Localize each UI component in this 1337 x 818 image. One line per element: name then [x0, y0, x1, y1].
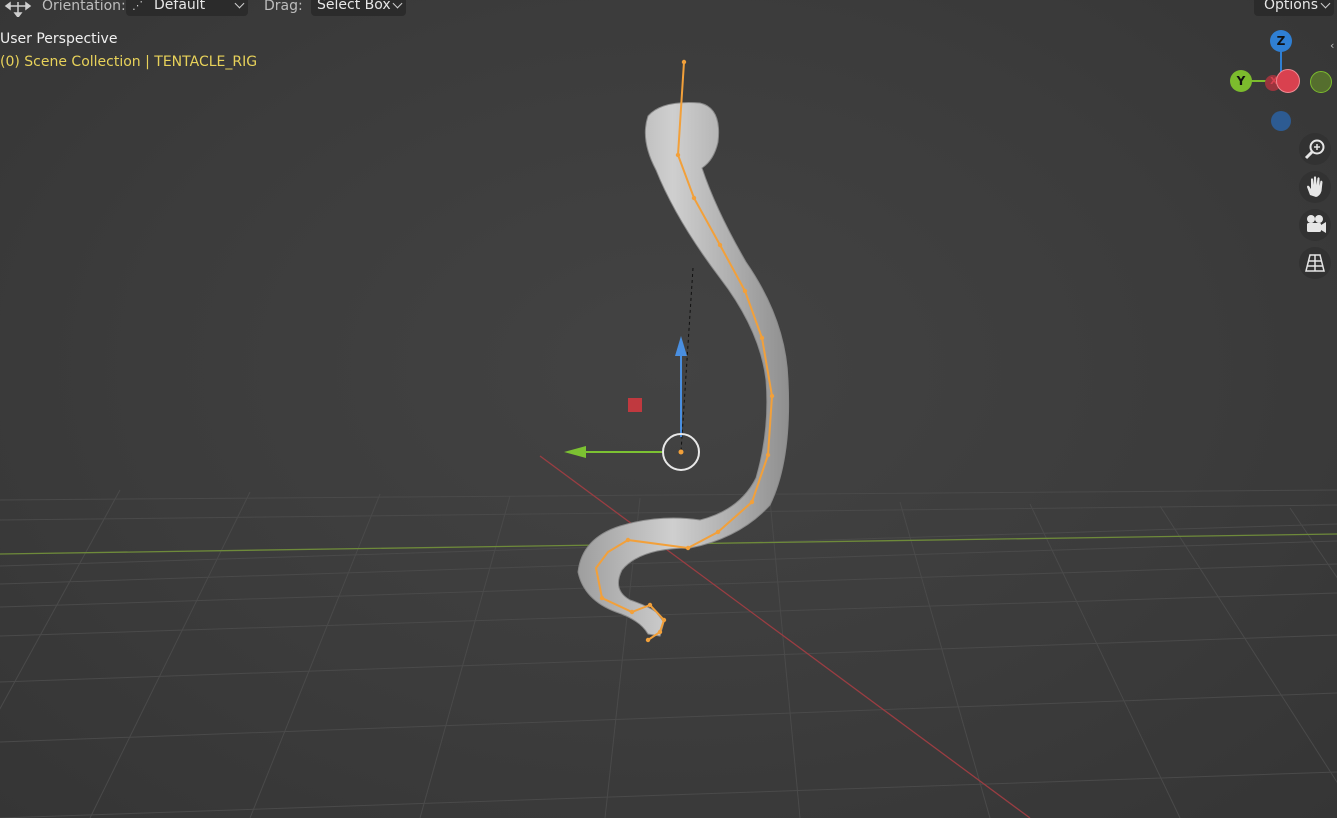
gizmo-y-negative-ball[interactable]: [1310, 71, 1332, 93]
orientation-value: Default: [154, 0, 206, 13]
orientation-label: Orientation:: [42, 0, 126, 14]
drag-label: Drag:: [264, 0, 303, 14]
object-origin: [678, 449, 684, 455]
scene-canvas[interactable]: [0, 0, 1337, 818]
gizmo-z-label: Z: [1276, 34, 1286, 48]
collection-info-text: (0) Scene Collection | TENTACLE_RIG: [0, 54, 258, 70]
gizmo-z-arrow-head[interactable]: [675, 336, 687, 356]
view-name-text: User Perspective: [0, 31, 118, 47]
relationship-line: [680, 267, 694, 453]
3d-viewport[interactable]: Orientation: ⋰ Default Drag: Select Box O…: [0, 0, 1337, 818]
options-dropdown[interactable]: Options: [1254, 0, 1334, 16]
chevron-down-icon: [234, 0, 245, 9]
transform-pivot-icon[interactable]: [4, 0, 32, 19]
gizmo-x-plane-handle[interactable]: [628, 398, 642, 412]
gizmo-y-label: Y: [1236, 74, 1246, 88]
drag-dropdown[interactable]: Select Box: [311, 0, 406, 16]
camera-icon[interactable]: [1299, 209, 1331, 241]
options-label: Options: [1264, 0, 1319, 13]
zoom-icon[interactable]: [1299, 133, 1331, 165]
gizmo-y-arrow-head[interactable]: [564, 446, 586, 458]
pan-hand-icon[interactable]: [1299, 171, 1331, 203]
navigation-gizmo[interactable]: X Z Y: [1228, 28, 1334, 134]
orientation-dropdown[interactable]: ⋰ Default: [126, 0, 248, 16]
chevron-down-icon: [1320, 0, 1331, 9]
sidebar-toggle-icon[interactable]: ‹: [1330, 40, 1337, 52]
tentacle-mesh[interactable]: [577, 102, 790, 637]
gizmo-z-negative-ball[interactable]: [1271, 111, 1291, 131]
gizmo-x-ball[interactable]: [1276, 69, 1300, 93]
x-axis-line: [539, 455, 1031, 818]
chevron-down-icon: [392, 0, 403, 9]
drag-value: Select Box: [317, 0, 391, 13]
grid-perspective-icon[interactable]: [1299, 247, 1331, 279]
orientation-icon: ⋰: [132, 0, 143, 12]
